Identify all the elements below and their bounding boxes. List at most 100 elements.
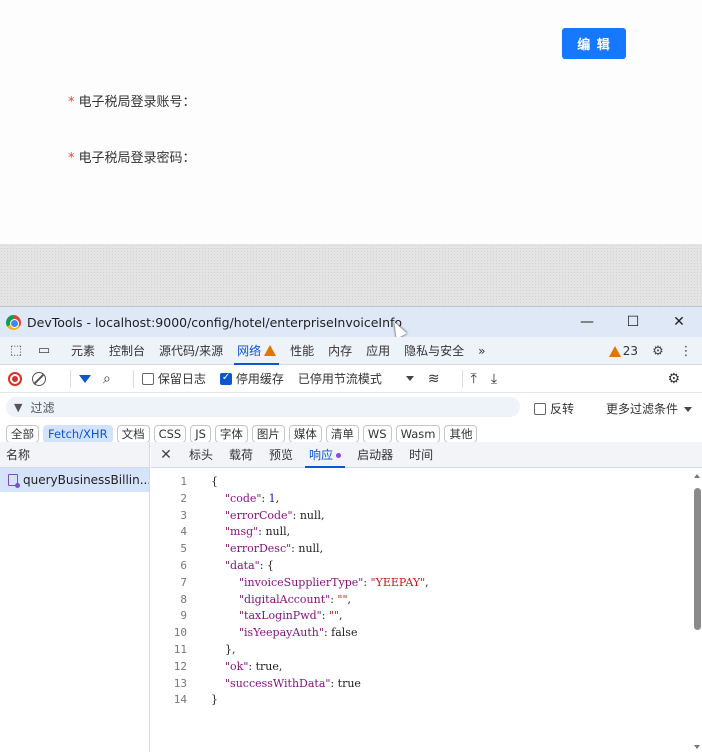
network-toolbar: ⌕ 保留日志 停用缓存 已停用节流模式 ≋ ⤒ ⤓ ⚙: [0, 365, 702, 393]
tab-sources[interactable]: 源代码/来源: [152, 337, 230, 365]
settings-gear-icon[interactable]: ⚙: [650, 343, 666, 359]
tab-headers[interactable]: 标头: [181, 442, 221, 468]
chip-manifest[interactable]: 清单: [325, 424, 359, 443]
chip-ws[interactable]: WS: [362, 424, 392, 443]
chip-font[interactable]: 字体: [214, 424, 248, 443]
window-gap: [0, 244, 702, 306]
more-filters-label: 更多过滤条件: [606, 402, 679, 416]
chevron-down-icon: [684, 407, 693, 412]
line-text: "data": {: [225, 558, 274, 572]
tab-performance[interactable]: 性能: [283, 337, 321, 365]
filter-funnel-icon[interactable]: [79, 374, 91, 383]
line-number: 2: [180, 491, 187, 505]
devtools-window: DevTools - localhost:9000/config/hotel/e…: [0, 306, 702, 752]
line-text: "isYeepayAuth": false: [238, 626, 358, 640]
chip-other[interactable]: 其他: [444, 424, 478, 443]
tab-timing[interactable]: 时间: [401, 442, 441, 468]
response-scrollbar[interactable]: [692, 468, 702, 752]
tab-console[interactable]: 控制台: [102, 337, 152, 365]
edit-button[interactable]: 编 辑: [562, 28, 626, 59]
tab-memory[interactable]: 内存: [321, 337, 359, 365]
chip-fetch-xhr[interactable]: Fetch/XHR: [43, 424, 113, 443]
warnings-counter[interactable]: 23: [606, 344, 638, 358]
line-number: 12: [173, 659, 187, 673]
line-text: "msg": null,: [225, 525, 291, 539]
line-number: 11: [173, 642, 187, 656]
chip-js[interactable]: JS: [190, 424, 211, 443]
maximize-button[interactable]: ☐: [610, 307, 656, 337]
disable-cache-checkbox[interactable]: [219, 372, 232, 385]
chrome-icon: [6, 314, 21, 330]
preserve-log-checkbox[interactable]: [141, 372, 154, 385]
tab-application[interactable]: 应用: [359, 337, 397, 365]
filter-bar: ▼ 过滤 反转 更多过滤条件: [0, 393, 702, 421]
close-button[interactable]: ✕: [656, 307, 702, 337]
search-icon[interactable]: ⌕: [103, 371, 111, 387]
chip-css[interactable]: CSS: [153, 424, 187, 443]
network-settings-gear-icon[interactable]: ⚙: [667, 371, 680, 387]
line-text: }: [211, 693, 218, 707]
chip-media[interactable]: 媒体: [288, 424, 322, 443]
tab-initiator[interactable]: 启动器: [349, 442, 401, 468]
response-body[interactable]: 1{2 "code": 1, 3 "errorCode": null, 4 "msg…: [151, 474, 691, 709]
line-number: 7: [180, 575, 187, 589]
tab-privacy-security[interactable]: 隐私与安全: [397, 337, 471, 365]
line-number: 14: [173, 693, 187, 707]
line-number: 9: [180, 609, 187, 623]
inspect-element-icon[interactable]: ⬚: [8, 343, 24, 359]
code-line: 13 "successWithData": true: [151, 676, 691, 693]
filter-icon: ▼: [14, 400, 23, 414]
code-line: 9 "taxLoginPwd": "",: [151, 608, 691, 625]
filter-placeholder: 过滤: [30, 400, 55, 415]
chevron-down-icon[interactable]: [405, 376, 414, 381]
import-har-icon[interactable]: ⤒: [471, 371, 477, 387]
invert-label: 反转: [550, 402, 575, 416]
more-filters-dropdown[interactable]: 更多过滤条件: [606, 400, 693, 417]
devtools-titlebar[interactable]: DevTools - localhost:9000/config/hotel/e…: [0, 307, 702, 339]
device-toolbar-icon[interactable]: ▭: [36, 343, 52, 359]
filter-input[interactable]: ▼ 过滤: [6, 397, 520, 417]
invert-filter[interactable]: 反转: [534, 400, 574, 417]
tab-preview[interactable]: 预览: [261, 442, 301, 468]
record-button[interactable]: [8, 371, 22, 386]
chip-wasm[interactable]: Wasm: [395, 424, 441, 443]
invert-checkbox[interactable]: [534, 403, 546, 415]
code-line: 12 "ok": true,: [151, 659, 691, 676]
tab-network[interactable]: 网络: [230, 337, 283, 365]
code-line: 6 "data": {: [151, 558, 691, 575]
scroll-down-icon[interactable]: [694, 745, 700, 749]
window-controls: — ☐ ✕: [564, 307, 702, 337]
minimize-button[interactable]: —: [564, 307, 610, 337]
divider: [70, 369, 71, 388]
more-options-icon[interactable]: ⋮: [678, 343, 694, 359]
code-line: 10 "isYeepayAuth": false: [151, 625, 691, 642]
chip-doc[interactable]: 文档: [116, 424, 150, 443]
network-conditions-icon[interactable]: ≋: [428, 371, 440, 387]
request-row[interactable]: queryBusinessBillin...: [0, 468, 149, 492]
chip-all[interactable]: 全部: [6, 424, 39, 443]
scroll-thumb[interactable]: [694, 488, 701, 630]
tabbar-right: 23 ⚙ ⋮: [606, 337, 694, 365]
line-number: 8: [180, 592, 187, 606]
name-column-header[interactable]: 名称: [0, 442, 149, 468]
required-marker: *: [68, 151, 75, 166]
line-text: "errorDesc": null,: [225, 542, 324, 556]
clear-icon[interactable]: [32, 371, 46, 386]
tab-response[interactable]: 响应: [301, 442, 349, 468]
code-line: 1{: [151, 474, 691, 491]
tab-payload[interactable]: 载荷: [221, 442, 261, 468]
line-number: 10: [173, 626, 187, 640]
more-tabs-button[interactable]: »: [471, 337, 492, 365]
tab-elements[interactable]: 元素: [64, 337, 102, 365]
close-detail-icon[interactable]: ✕: [151, 447, 181, 463]
tab-network-label: 网络: [237, 343, 262, 358]
export-har-icon[interactable]: ⤓: [491, 371, 497, 387]
line-text: "code": 1,: [225, 491, 280, 505]
scroll-up-icon[interactable]: [694, 474, 700, 478]
throttling-select[interactable]: 已停用节流模式: [298, 370, 382, 387]
code-line: 8 "digitalAccount": "",: [151, 592, 691, 609]
chip-img[interactable]: 图片: [251, 424, 285, 443]
window-title: DevTools - localhost:9000/config/hotel/e…: [27, 314, 403, 330]
line-number: 1: [180, 475, 187, 488]
code-line: 2 "code": 1,: [151, 491, 691, 508]
